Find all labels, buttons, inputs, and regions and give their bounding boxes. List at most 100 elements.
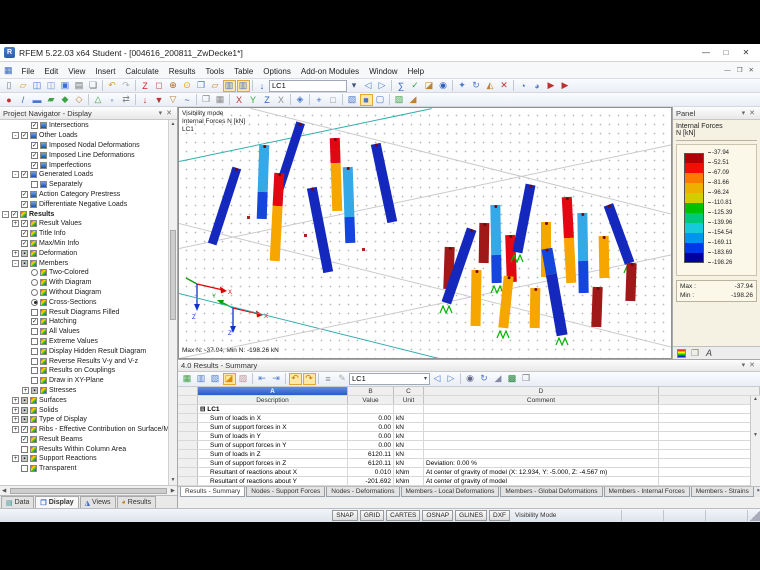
tree-item-result-diagrams-filled[interactable]: Result Diagrams Filled <box>0 307 168 317</box>
chart-icon[interactable]: ◢ <box>492 373 505 385</box>
table-tab-members-local-deformations[interactable]: Members - Local Deformations <box>400 487 500 497</box>
new-file-icon[interactable]: ▯ <box>3 80 16 92</box>
checkbox-checked[interactable]: ✓ <box>21 200 28 208</box>
collapse-icon[interactable]: - <box>12 171 19 179</box>
resize-grip[interactable] <box>750 510 760 521</box>
undo-icon[interactable]: ↶ <box>106 80 119 92</box>
checkbox-unchecked[interactable] <box>21 445 28 453</box>
tree-item-result-beams[interactable]: ✓ Result Beams <box>0 435 168 445</box>
scroll-right-icon[interactable]: ▶ <box>169 488 177 494</box>
project-navigator-icon[interactable]: ▱ <box>209 80 222 92</box>
member-load-icon[interactable]: ▼ <box>153 94 166 106</box>
table-row[interactable]: Sum of support forces in X 0.00 kN <box>178 422 760 432</box>
tree-item-draw-in-xy-plane[interactable]: Draw in XY-Plane <box>0 376 168 386</box>
model-viewport[interactable]: Visibility mode Internal Forces N [kN] L… <box>178 107 672 359</box>
table-import-icon[interactable]: ▥ <box>195 373 208 385</box>
imperfection-icon[interactable]: ~ <box>181 94 194 106</box>
combo-dropdown-icon[interactable]: ▾ <box>348 80 361 92</box>
tree-item-separately[interactable]: Separately <box>0 180 168 190</box>
save-icon[interactable]: ▣ <box>59 80 72 92</box>
tree-item-with-diagram[interactable]: With Diagram <box>0 278 168 288</box>
print-preview-icon[interactable]: ❏ <box>87 80 100 92</box>
table-row[interactable]: Sum of loads in X 0.00 kN <box>178 413 760 423</box>
dock-close-icon[interactable]: ✕ <box>164 109 174 117</box>
copy-icon[interactable]: ❐ <box>200 94 213 106</box>
tree-item-title-info[interactable]: ✓ Title Info <box>0 229 168 239</box>
checkbox-unchecked[interactable] <box>31 367 38 375</box>
expand-icon[interactable]: + <box>12 416 19 424</box>
node-marker[interactable] <box>362 248 365 251</box>
status-toggle-dxf[interactable]: DXF <box>489 510 510 521</box>
table-row[interactable]: Sum of support forces in Y 0.00 kN <box>178 440 760 450</box>
table-case-combobox[interactable]: LC1 ▾ <box>349 372 431 385</box>
table-tab-members-internal-forces[interactable]: Members - Internal Forces <box>603 487 690 497</box>
checkbox-partial[interactable]: ▪ <box>21 406 28 414</box>
table-view-icon[interactable]: ▧ <box>209 373 222 385</box>
checkbox-checked[interactable]: ✓ <box>21 171 28 179</box>
member-column-21[interactable] <box>577 212 589 294</box>
checkbox-partial[interactable]: ▪ <box>21 455 28 463</box>
tree-item-ribs-effective-contribution-on-surface-m[interactable]: + ✓ Ribs - Effective Contribution on Surfa… <box>0 425 168 435</box>
checkbox-checked[interactable]: ✓ <box>31 151 38 159</box>
node-marker[interactable] <box>304 234 307 237</box>
navigator-vertical-scrollbar[interactable]: ▲ ▼ <box>168 120 177 485</box>
menu-window[interactable]: Window <box>364 67 402 76</box>
result-filter-icon[interactable]: ◪ <box>222 372 236 385</box>
save-as-icon[interactable]: ◫ <box>45 80 58 92</box>
expand-icon[interactable]: + <box>12 406 19 414</box>
tree-item-display-hidden-result-diagram[interactable]: Display Hidden Result Diagram <box>0 346 168 356</box>
dock-pin-icon[interactable]: ▾ <box>740 361 748 369</box>
checkbox-unchecked[interactable] <box>31 337 38 345</box>
table-tab-members-global-deformations[interactable]: Members - Global Deformations <box>500 487 603 497</box>
menu-help[interactable]: Help <box>403 67 429 76</box>
mdi-close-icon[interactable]: ✕ <box>746 66 757 74</box>
radio-unselected[interactable] <box>31 279 38 287</box>
status-toggle-glines[interactable]: GLINES <box>455 510 487 521</box>
menu-tools[interactable]: Tools <box>200 67 229 76</box>
tree-item-results-on-couplings[interactable]: Results on Couplings <box>0 366 168 376</box>
nodal-load-icon[interactable]: ↓ <box>139 94 152 106</box>
member-column-25[interactable] <box>625 262 637 302</box>
checkbox-checked[interactable]: ✓ <box>31 141 38 149</box>
table-tab-nodes-deformations[interactable]: Nodes - Deformations <box>326 487 400 497</box>
member-column-7[interactable] <box>342 166 356 244</box>
line-tool-icon[interactable]: / <box>17 94 30 106</box>
zoom-window-icon[interactable]: ◻ <box>153 80 166 92</box>
navigator-horizontal-scrollbar[interactable]: ◀ ▶ <box>0 485 177 495</box>
tree-item-result-values[interactable]: + ✓ Result Values <box>0 219 168 229</box>
result-diagram-icon[interactable]: ◢ <box>407 94 420 106</box>
checkbox-partial[interactable]: ▪ <box>21 249 28 257</box>
view-y-icon[interactable]: Y <box>247 94 260 106</box>
minimize-icon[interactable]: — <box>696 46 716 60</box>
color-spectrum-icon[interactable]: ▨ <box>393 94 406 106</box>
checkbox-checked[interactable]: ✓ <box>21 426 28 434</box>
delete-tool-icon[interactable]: ✕ <box>498 80 511 92</box>
case-prev-icon[interactable]: ◁ <box>431 373 444 385</box>
scrollbar-thumb[interactable] <box>10 487 167 494</box>
collapse-icon[interactable]: - <box>12 259 19 267</box>
menu-table[interactable]: Table <box>229 67 258 76</box>
mdi-minimize-icon[interactable]: — <box>721 67 734 74</box>
expand-icon[interactable]: + <box>12 455 19 463</box>
status-toggle-cartes[interactable]: CARTES <box>386 510 421 521</box>
jump-model-icon[interactable]: ↶ <box>288 372 302 385</box>
scrollbar-thumb[interactable] <box>170 229 176 320</box>
navigator-tab-data[interactable]: ▤ Data <box>1 496 35 508</box>
show-tables-icon[interactable]: ▥ <box>222 79 236 92</box>
hinge-tool-icon[interactable]: ◦ <box>106 94 119 106</box>
tree-item-transparent[interactable]: Transparent <box>0 464 168 474</box>
tree-item-support-reactions[interactable]: + ▪ Support Reactions <box>0 454 168 464</box>
clipping-icon[interactable]: ◕ <box>531 80 544 92</box>
menu-options[interactable]: Options <box>258 67 296 76</box>
new-window-icon[interactable]: ❐ <box>195 80 208 92</box>
edit-load-case-icon[interactable]: Z <box>139 80 152 92</box>
search-icon[interactable]: ◉ <box>464 373 477 385</box>
column-header-A[interactable]: A <box>198 386 348 395</box>
checkbox-unchecked[interactable] <box>31 308 38 316</box>
display-properties-icon[interactable]: ▧ <box>346 94 359 106</box>
screenshot-icon[interactable]: ❒ <box>520 373 533 385</box>
load-case-icon[interactable]: ↓ <box>256 80 269 92</box>
array-icon[interactable]: ▦ <box>214 94 227 106</box>
view-minus-x-icon[interactable]: X <box>275 94 288 106</box>
menu-results[interactable]: Results <box>164 67 201 76</box>
